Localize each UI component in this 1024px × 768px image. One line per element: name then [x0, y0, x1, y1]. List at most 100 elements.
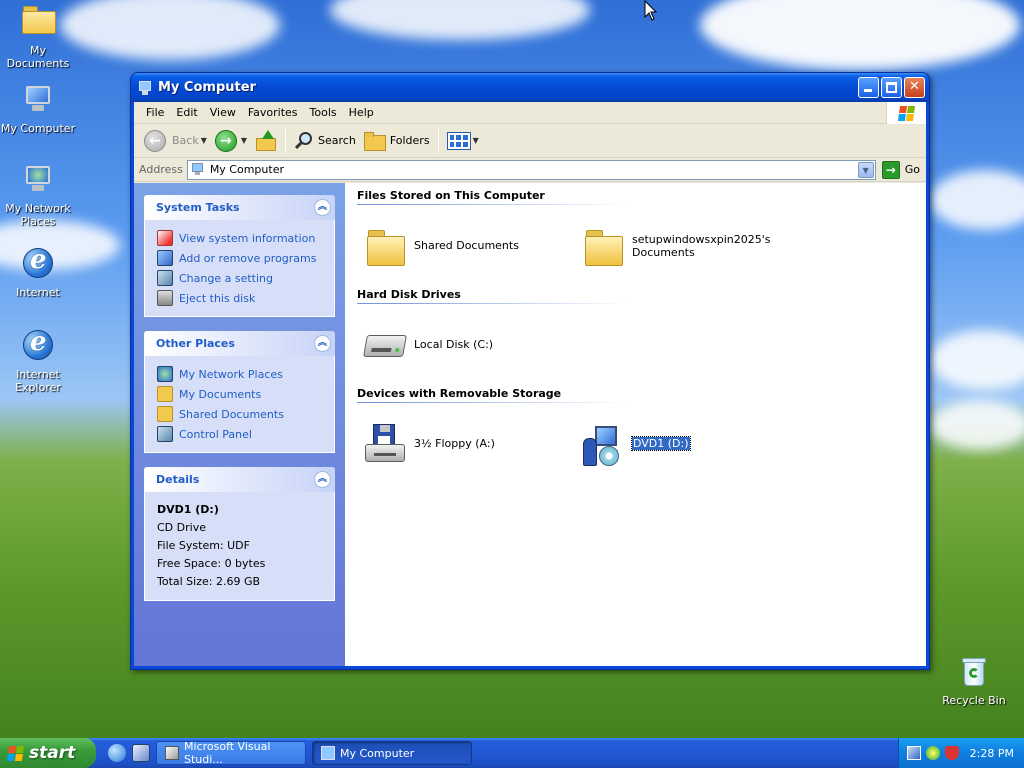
desktop-icon-label: Internet Explorer	[15, 368, 61, 394]
start-button[interactable]: start	[0, 738, 96, 768]
task-add-remove-programs[interactable]: Add or remove programs	[157, 248, 324, 268]
folders-label: Folders	[389, 134, 430, 147]
item-floppy-a[interactable]: 3½ Floppy (A:)	[357, 423, 575, 464]
shield-icon[interactable]	[945, 746, 959, 760]
place-label: My Network Places	[179, 367, 283, 381]
place-my-network-places[interactable]: My Network Places	[157, 364, 324, 384]
panel-title: Details	[156, 473, 200, 486]
back-button[interactable]: ← Back ▼	[140, 127, 211, 155]
views-button[interactable]: ▼	[443, 127, 483, 155]
folders-button[interactable]: Folders	[360, 127, 434, 155]
desktop-icon-my-computer[interactable]: My Computer	[0, 84, 76, 135]
place-shared-documents[interactable]: Shared Documents	[157, 404, 324, 424]
details-file-system: File System: UDF	[157, 539, 250, 552]
task-change-setting[interactable]: Change a setting	[157, 268, 324, 288]
windows-logo-icon	[886, 102, 926, 124]
visual-studio-icon	[165, 746, 179, 760]
collapse-icon[interactable]: ︽	[314, 471, 331, 488]
go-label: Go	[904, 163, 920, 176]
media-icon[interactable]	[132, 744, 150, 762]
taskbar-button-label: My Computer	[340, 746, 415, 760]
up-folder-icon	[255, 129, 277, 152]
item-label: Shared Documents	[414, 239, 519, 252]
menu-bar: File Edit View Favorites Tools Help	[134, 102, 926, 124]
security-center-icon[interactable]	[926, 746, 940, 760]
item-dvd-d[interactable]: DVD1 (D:)	[575, 424, 793, 466]
search-button[interactable]: Search	[290, 127, 360, 155]
network-icon[interactable]	[907, 746, 921, 760]
desktop-icon-recycle-bin[interactable]: Recycle Bin	[936, 656, 1012, 707]
item-shared-documents[interactable]: Shared Documents	[357, 226, 575, 266]
folder-icon	[581, 226, 625, 266]
collapse-icon[interactable]: ︽	[314, 335, 331, 352]
mouse-cursor-icon	[644, 0, 658, 21]
menu-favorites[interactable]: Favorites	[242, 106, 304, 119]
window-titlebar[interactable]: My Computer ✕	[131, 73, 929, 102]
system-tray: 2:28 PM	[898, 738, 1024, 768]
folders-icon	[363, 131, 386, 151]
toolbar-separator	[285, 128, 287, 153]
views-icon	[446, 131, 471, 150]
group-header-files: Files Stored on This Computer	[357, 187, 627, 205]
task-view-system-information[interactable]: View system information	[157, 228, 324, 248]
clock[interactable]: 2:28 PM	[970, 747, 1014, 760]
address-field[interactable]: My Computer ▼	[186, 159, 876, 180]
taskbar-button-my-computer[interactable]: My Computer	[312, 741, 472, 765]
standard-toolbar: ← Back ▼ → ▼ Search Folders ▼	[134, 124, 926, 158]
group-header-removable: Devices with Removable Storage	[357, 385, 627, 403]
start-label: start	[29, 743, 76, 763]
place-label: Control Panel	[179, 427, 252, 441]
back-label: Back	[172, 134, 199, 147]
desktop-icon-label: My Network Places	[5, 202, 71, 228]
address-value: My Computer	[209, 163, 284, 176]
desktop-icon-label: My Computer	[0, 122, 76, 135]
hard-disk-icon	[363, 325, 407, 365]
item-user-documents[interactable]: setupwindowsxpin2025's Documents	[575, 226, 793, 266]
place-control-panel[interactable]: Control Panel	[157, 424, 324, 444]
maximize-button[interactable]	[881, 77, 902, 98]
eject-icon	[157, 290, 173, 306]
desktop-icon-my-network-places[interactable]: My Network Places	[0, 164, 76, 228]
task-eject-disk[interactable]: Eject this disk	[157, 288, 324, 308]
chevron-down-icon: ▼	[240, 136, 248, 145]
address-label: Address	[139, 163, 183, 176]
folder-icon	[21, 6, 56, 40]
desktop-icon-internet-explorer[interactable]: Internet Explorer	[0, 327, 76, 394]
menu-file[interactable]: File	[140, 106, 170, 119]
task-label: View system information	[179, 231, 316, 245]
go-button[interactable]: → Go	[876, 160, 926, 179]
internet-explorer-icon[interactable]	[108, 744, 126, 762]
desktop-icon-my-documents[interactable]: My Documents	[0, 2, 76, 70]
minimize-button[interactable]	[858, 77, 879, 98]
other-places-header[interactable]: Other Places ︽	[144, 331, 335, 356]
menu-help[interactable]: Help	[343, 106, 380, 119]
details-panel: Details ︽ DVD1 (D:) CD Drive File System…	[144, 467, 335, 601]
desktop-icon-internet[interactable]: Internet	[0, 245, 76, 299]
system-information-icon	[157, 230, 173, 246]
recycle-bin-icon	[957, 656, 991, 690]
menu-view[interactable]: View	[204, 106, 242, 119]
details-header[interactable]: Details ︽	[144, 467, 335, 492]
file-list-pane: Files Stored on This Computer Shared Doc…	[345, 183, 926, 666]
taskbar-button-visual-studio[interactable]: Microsoft Visual Studi...	[156, 740, 306, 766]
item-label: DVD1 (D:)	[631, 436, 691, 451]
menu-edit[interactable]: Edit	[170, 106, 203, 119]
task-label: Eject this disk	[179, 291, 256, 305]
group-header-hard-disks: Hard Disk Drives	[357, 286, 627, 304]
address-dropdown-button[interactable]: ▼	[857, 161, 874, 178]
system-tasks-header[interactable]: System Tasks ︽	[144, 195, 335, 220]
floppy-drive-icon	[363, 423, 407, 464]
place-my-documents[interactable]: My Documents	[157, 384, 324, 404]
menu-tools[interactable]: Tools	[304, 106, 343, 119]
forward-arrow-icon: →	[214, 129, 237, 152]
item-local-disk-c[interactable]: Local Disk (C:)	[357, 325, 575, 365]
up-folder-button[interactable]	[251, 127, 281, 155]
forward-button[interactable]: → ▼	[211, 127, 251, 155]
folder-icon	[157, 406, 173, 422]
details-total-size: Total Size: 2.69 GB	[157, 575, 261, 588]
panel-title: System Tasks	[156, 201, 240, 214]
details-item-name: DVD1 (D:)	[157, 503, 219, 516]
my-computer-window: My Computer ✕ File Edit View Favorites T…	[130, 72, 930, 670]
collapse-icon[interactable]: ︽	[314, 199, 331, 216]
close-button[interactable]: ✕	[904, 77, 925, 98]
